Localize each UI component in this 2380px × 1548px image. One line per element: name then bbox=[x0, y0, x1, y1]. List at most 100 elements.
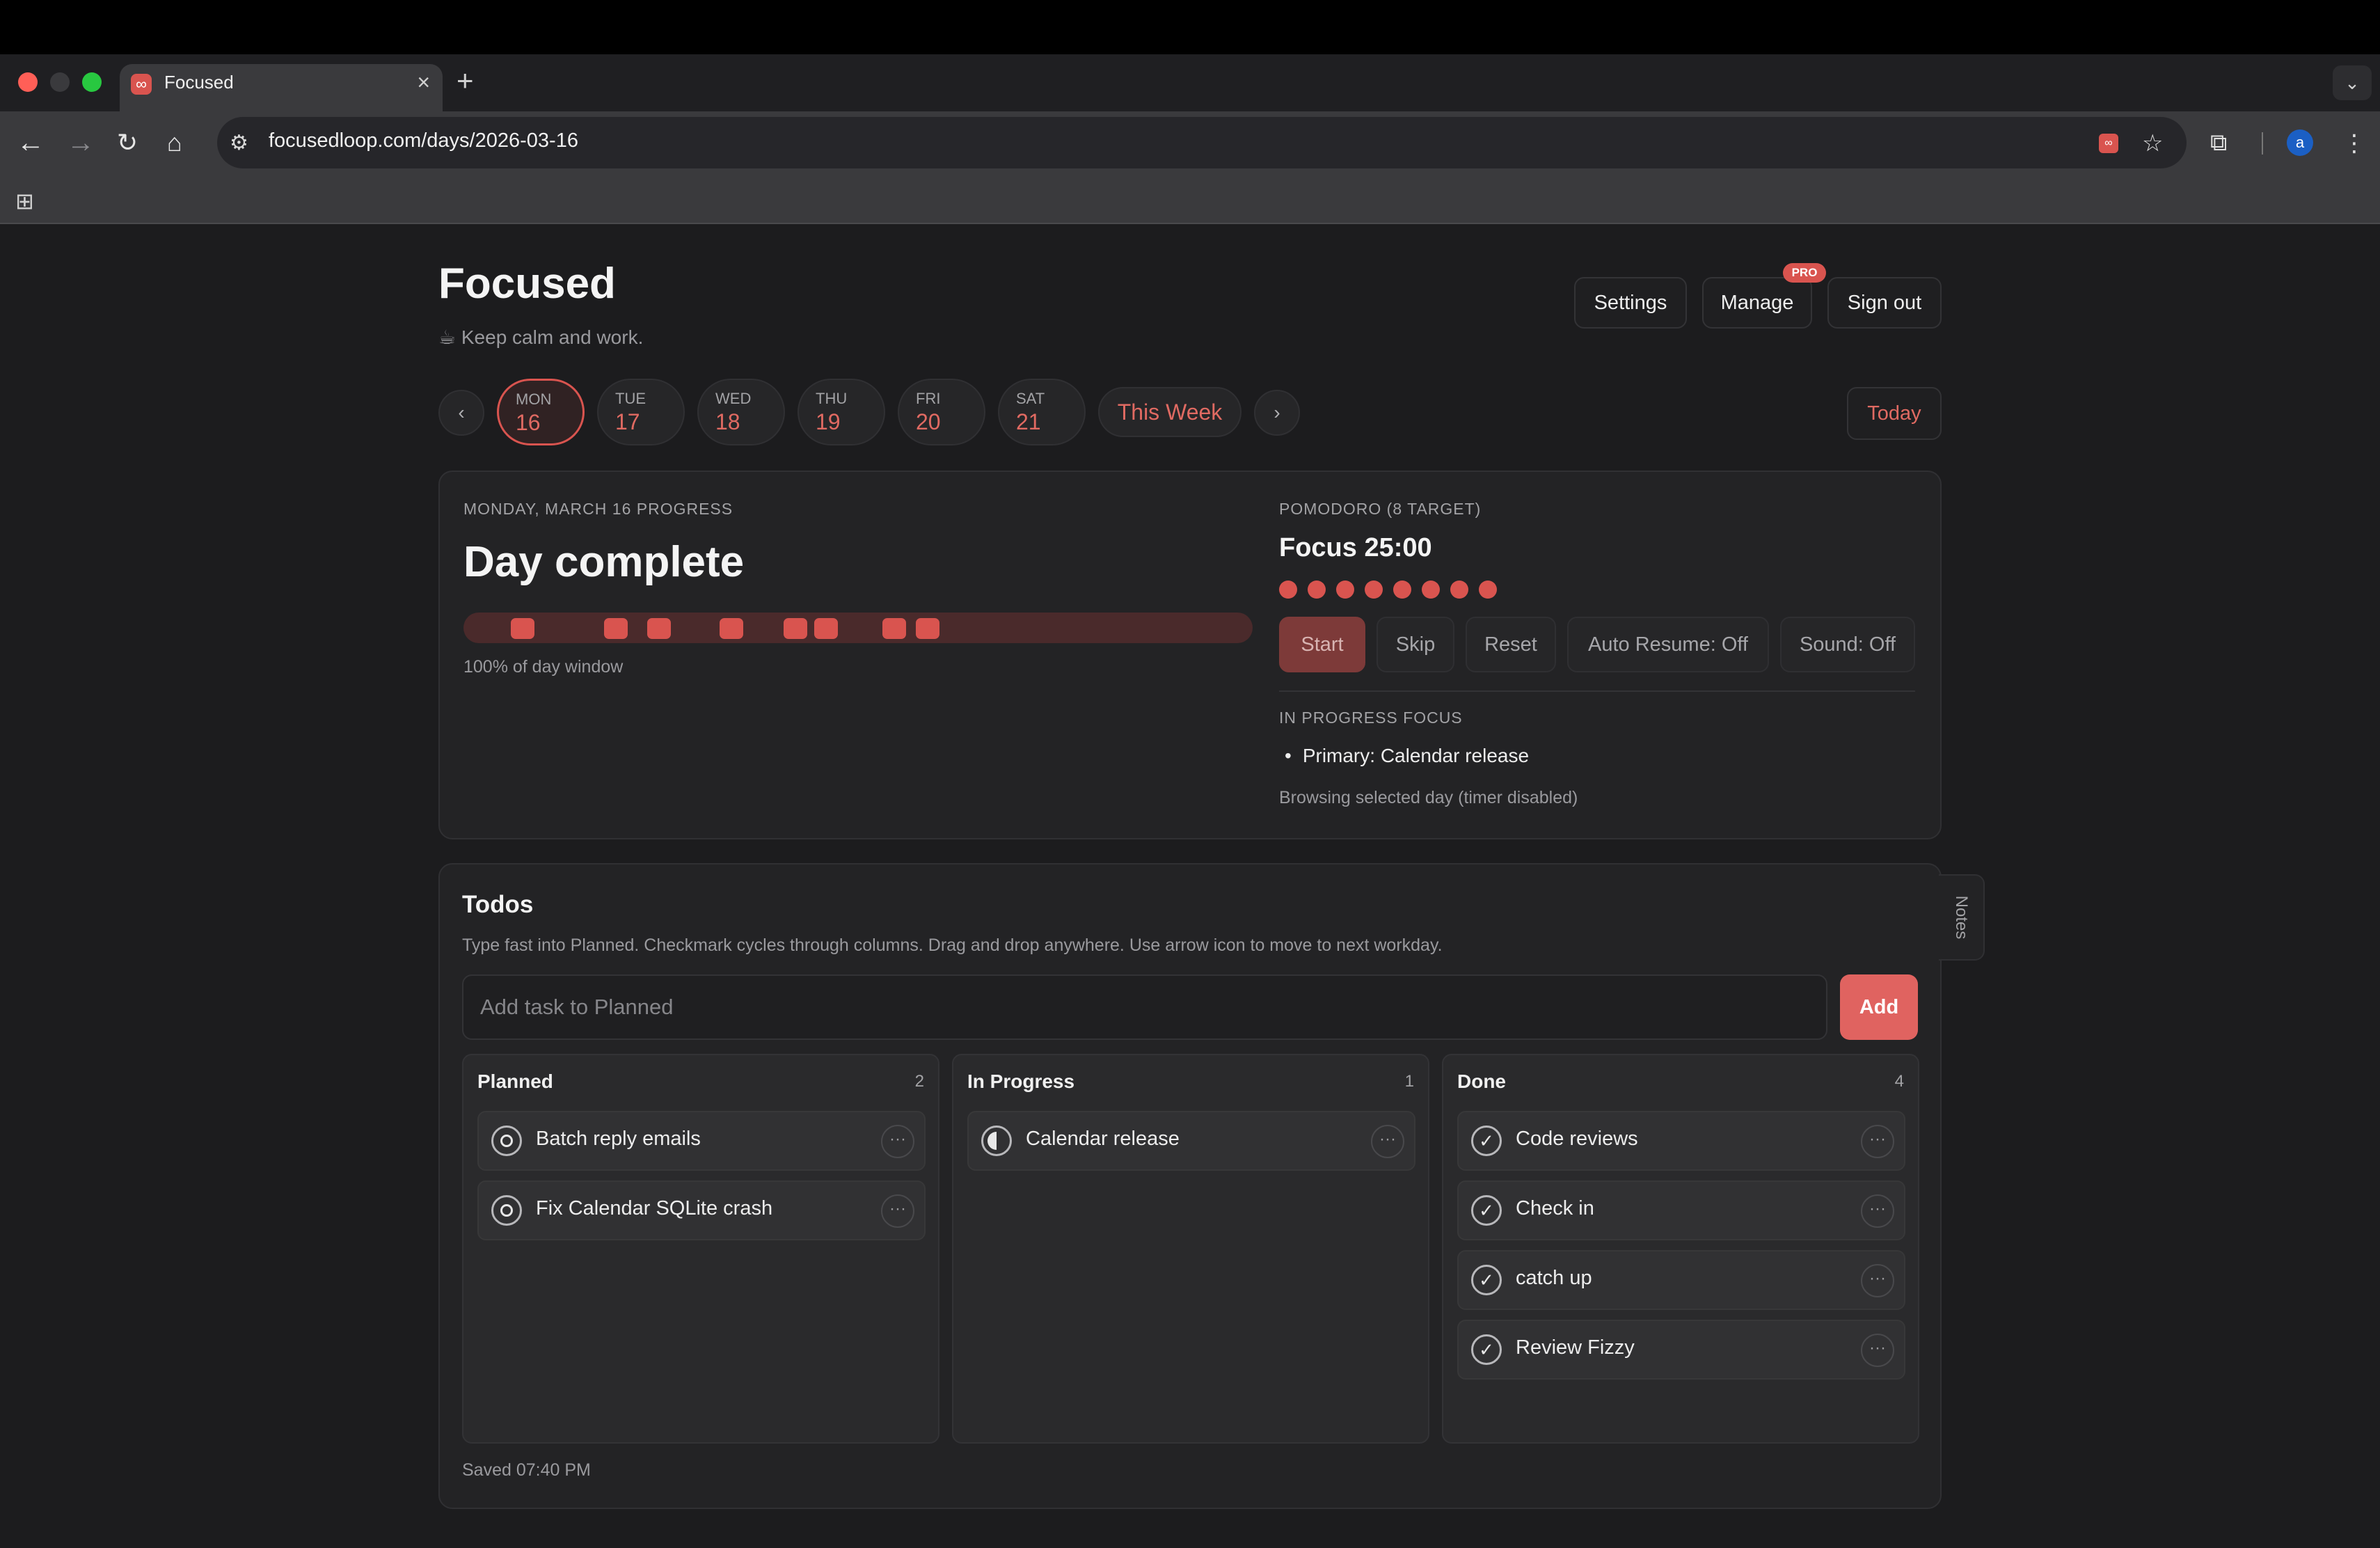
focus-block bbox=[511, 618, 534, 639]
site-info-icon[interactable]: ⚙ bbox=[230, 131, 248, 155]
task-card[interactable]: Calendar release ··· bbox=[967, 1111, 1415, 1171]
manage-button[interactable]: Manage bbox=[1702, 277, 1812, 329]
day-pill-thu[interactable]: THU 19 bbox=[798, 379, 885, 445]
task-card[interactable]: ✓ Check in ··· bbox=[1457, 1180, 1905, 1240]
this-week-button[interactable]: This Week bbox=[1098, 387, 1241, 437]
in-progress-item: Primary: Calendar release bbox=[1285, 745, 1529, 767]
column-done[interactable]: Done 4 ✓ Code reviews ··· ✓ Check in ···… bbox=[1442, 1054, 1919, 1444]
new-tab-button[interactable]: + bbox=[457, 64, 474, 97]
more-options-icon[interactable]: ··· bbox=[1861, 1194, 1894, 1228]
skip-button[interactable]: Skip bbox=[1377, 617, 1454, 672]
auto-resume-toggle[interactable]: Auto Resume: Off bbox=[1567, 617, 1769, 672]
task-card[interactable]: ✓ catch up ··· bbox=[1457, 1250, 1905, 1310]
prev-week-chevron-icon[interactable]: ‹ bbox=[438, 390, 484, 436]
tab-title: Focused bbox=[164, 72, 234, 93]
sign-out-button[interactable]: Sign out bbox=[1827, 277, 1942, 329]
task-card[interactable]: Batch reply emails ··· bbox=[477, 1111, 926, 1171]
todos-title: Todos bbox=[462, 891, 534, 918]
half-circle-icon[interactable] bbox=[981, 1126, 1012, 1156]
pomodoro-divider bbox=[1279, 690, 1915, 692]
pomodoro-dot bbox=[1308, 580, 1326, 599]
day-pill-dow: THU bbox=[816, 390, 848, 407]
close-window-button[interactable] bbox=[18, 72, 38, 92]
checkmark-icon[interactable]: ✓ bbox=[1471, 1126, 1502, 1156]
day-pill-mon[interactable]: MON 16 bbox=[497, 379, 585, 445]
day-pill-wed[interactable]: WED 18 bbox=[697, 379, 785, 445]
add-task-input[interactable] bbox=[462, 974, 1827, 1040]
url-text[interactable]: focusedloop.com/days/2026-03-16 bbox=[269, 129, 578, 152]
focus-block bbox=[882, 618, 906, 639]
minimize-window-button[interactable] bbox=[50, 72, 70, 92]
favicon-icon: ∞ bbox=[131, 74, 152, 95]
more-options-icon[interactable]: ··· bbox=[881, 1194, 914, 1228]
column-count: 2 bbox=[914, 1072, 924, 1091]
day-pill-sat[interactable]: SAT 21 bbox=[998, 379, 1086, 445]
sound-toggle[interactable]: Sound: Off bbox=[1780, 617, 1915, 672]
day-pill-tue[interactable]: TUE 17 bbox=[597, 379, 685, 445]
tab-search-chevron-icon[interactable]: ⌄ bbox=[2333, 65, 2372, 100]
notes-tab[interactable]: Notes bbox=[1939, 874, 1985, 961]
add-task-button[interactable]: Add bbox=[1840, 974, 1918, 1040]
focus-block bbox=[720, 618, 743, 639]
focused-extension-icon[interactable]: ∞ bbox=[2099, 134, 2118, 153]
day-window-track bbox=[463, 613, 1253, 643]
reload-icon[interactable]: ↻ bbox=[117, 125, 138, 160]
notes-tab-label: Notes bbox=[1952, 895, 1971, 940]
pomodoro-dot bbox=[1365, 580, 1383, 599]
pomodoro-dot bbox=[1279, 580, 1297, 599]
more-options-icon[interactable]: ··· bbox=[1861, 1125, 1894, 1158]
pomodoro-dot bbox=[1393, 580, 1411, 599]
zoom-window-button[interactable] bbox=[82, 72, 102, 92]
task-label: Batch reply emails bbox=[536, 1128, 701, 1150]
tab-close-icon[interactable]: × bbox=[417, 70, 430, 95]
browser-tab[interactable]: ∞ Focused × bbox=[120, 64, 443, 113]
column-title: Planned bbox=[477, 1071, 553, 1092]
kebab-menu-icon[interactable]: ⋮ bbox=[2342, 129, 2366, 157]
profile-avatar[interactable]: a bbox=[2287, 129, 2313, 156]
extensions-puzzle-icon[interactable]: ⧉ bbox=[2210, 129, 2227, 157]
pomodoro-dot bbox=[1450, 580, 1468, 599]
apps-grid-icon[interactable]: ⊞ bbox=[15, 188, 34, 214]
bookmarks-bar bbox=[0, 174, 2380, 224]
day-pill-num: 19 bbox=[816, 409, 841, 434]
reset-button[interactable]: Reset bbox=[1466, 617, 1556, 672]
focus-timer: Focus 25:00 bbox=[1279, 533, 1432, 562]
planned-circle-icon[interactable] bbox=[491, 1195, 522, 1226]
task-card[interactable]: ✓ Review Fizzy ··· bbox=[1457, 1320, 1905, 1380]
more-options-icon[interactable]: ··· bbox=[1861, 1264, 1894, 1297]
column-planned[interactable]: Planned 2 Batch reply emails ··· Fix Cal… bbox=[462, 1054, 939, 1444]
focus-block bbox=[916, 618, 939, 639]
task-label: Review Fizzy bbox=[1516, 1336, 1635, 1359]
planned-circle-icon[interactable] bbox=[491, 1126, 522, 1156]
tagline: ☕ Keep calm and work. bbox=[438, 326, 644, 348]
more-options-icon[interactable]: ··· bbox=[1371, 1125, 1404, 1158]
start-button[interactable]: Start bbox=[1279, 617, 1365, 672]
pomodoro-eyebrow: POMODORO (8 TARGET) bbox=[1279, 500, 1482, 518]
task-card[interactable]: Fix Calendar SQLite crash ··· bbox=[477, 1180, 926, 1240]
column-title: In Progress bbox=[967, 1071, 1075, 1092]
app-title: Focused bbox=[438, 260, 616, 308]
bookmark-star-icon[interactable]: ☆ bbox=[2142, 129, 2163, 157]
checkmark-icon[interactable]: ✓ bbox=[1471, 1265, 1502, 1295]
task-label: Calendar release bbox=[1026, 1128, 1180, 1150]
next-week-chevron-icon[interactable]: › bbox=[1254, 390, 1300, 436]
column-count: 4 bbox=[1894, 1072, 1904, 1091]
more-options-icon[interactable]: ··· bbox=[1861, 1334, 1894, 1367]
day-pill-num: 16 bbox=[516, 410, 541, 435]
in-progress-eyebrow: IN PROGRESS FOCUS bbox=[1279, 709, 1463, 727]
day-pill-fri[interactable]: FRI 20 bbox=[898, 379, 985, 445]
today-button[interactable]: Today bbox=[1847, 387, 1942, 440]
more-options-icon[interactable]: ··· bbox=[881, 1125, 914, 1158]
column-in-progress[interactable]: In Progress 1 Calendar release ··· bbox=[952, 1054, 1429, 1444]
task-card[interactable]: ✓ Code reviews ··· bbox=[1457, 1111, 1905, 1171]
pomodoro-dot bbox=[1336, 580, 1354, 599]
checkmark-icon[interactable]: ✓ bbox=[1471, 1195, 1502, 1226]
task-label: Fix Calendar SQLite crash bbox=[536, 1197, 773, 1219]
checkmark-icon[interactable]: ✓ bbox=[1471, 1334, 1502, 1365]
column-title: Done bbox=[1457, 1071, 1506, 1092]
home-icon[interactable]: ⌂ bbox=[167, 125, 182, 160]
forward-arrow-icon[interactable]: → bbox=[67, 125, 95, 160]
settings-button[interactable]: Settings bbox=[1574, 277, 1687, 329]
day-pill-dow: FRI bbox=[916, 390, 941, 407]
back-arrow-icon[interactable]: ← bbox=[17, 125, 45, 160]
